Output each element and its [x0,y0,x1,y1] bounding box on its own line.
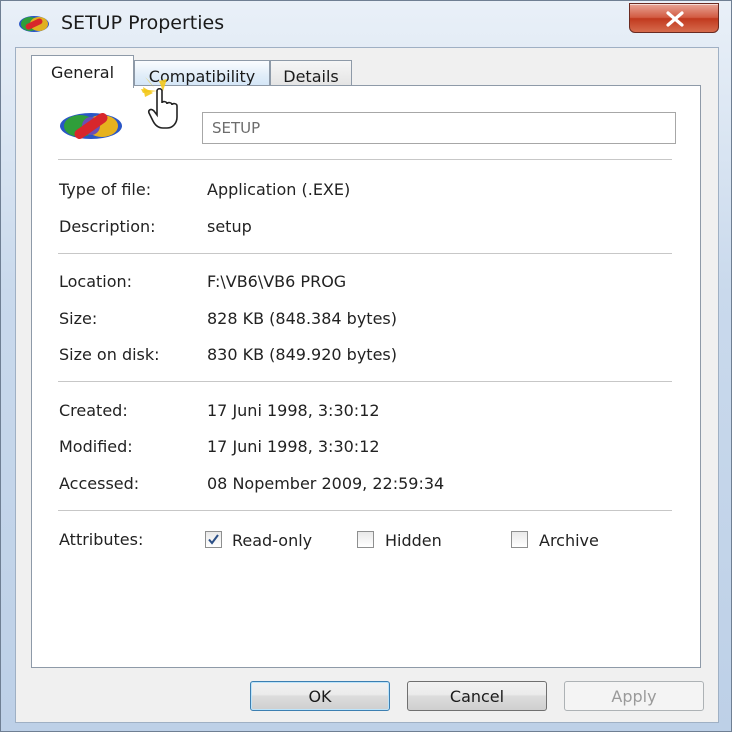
read-only-label[interactable]: Read-only [232,531,312,550]
archive-checkbox[interactable] [511,531,528,548]
size-on-disk-value: 830 KB (849.920 bytes) [207,345,397,364]
type-of-file-label: Type of file: [59,180,152,199]
close-button[interactable] [629,3,719,33]
location-label: Location: [59,272,133,291]
separator [58,159,672,161]
separator [58,381,672,383]
close-icon [666,11,684,27]
separator [58,253,672,255]
title-bar[interactable]: SETUP Properties [1,1,732,47]
read-only-checkbox[interactable] [205,531,222,548]
properties-window: SETUP Properties Compatibility Details G… [0,0,732,732]
separator [58,510,672,512]
modified-label: Modified: [59,437,133,456]
hidden-checkbox[interactable] [357,531,374,548]
size-label: Size: [59,309,98,328]
general-panel [31,85,701,668]
accessed-label: Accessed: [59,474,140,493]
accessed-value: 08 Nopember 2009, 22:59:34 [207,474,445,493]
attributes-label: Attributes: [59,530,144,549]
location-value: F:\VB6\VB6 PROG [207,272,347,291]
modified-value: 17 Juni 1998, 3:30:12 [207,437,380,456]
app-icon [19,16,49,32]
apply-button[interactable]: Apply [564,681,704,711]
cancel-button[interactable]: Cancel [407,681,547,711]
size-value: 828 KB (848.384 bytes) [207,309,397,328]
window-title: SETUP Properties [61,12,225,34]
checkmark-icon [208,534,219,545]
ok-button[interactable]: OK [250,681,390,711]
tab-general[interactable]: General [31,55,134,88]
type-of-file-value: Application (.EXE) [207,180,351,199]
hand-pointer-icon [141,77,178,129]
created-value: 17 Juni 1998, 3:30:12 [207,401,380,420]
description-label: Description: [59,217,156,236]
tab-details[interactable]: Details [270,60,352,88]
archive-label[interactable]: Archive [539,531,599,550]
description-value: setup [207,217,252,236]
size-on-disk-label: Size on disk: [59,345,160,364]
file-name-field[interactable]: SETUP [202,112,676,144]
hidden-label[interactable]: Hidden [385,531,442,550]
created-label: Created: [59,401,128,420]
vb6-setup-icon [60,112,122,140]
